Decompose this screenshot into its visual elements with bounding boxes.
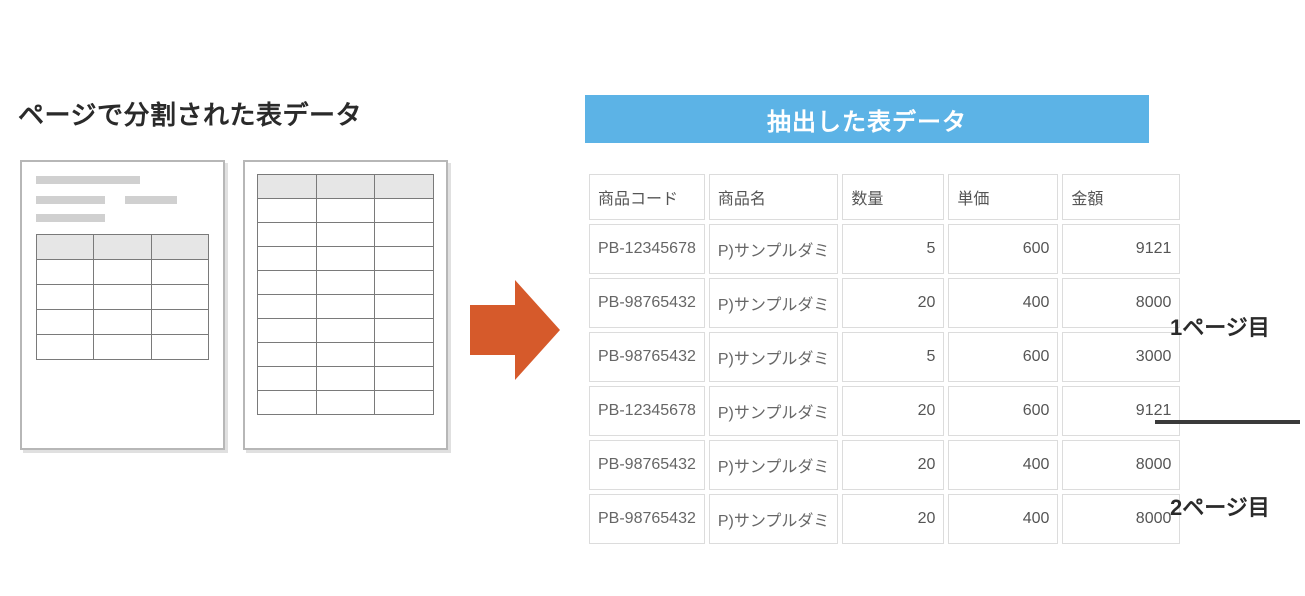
cell-code: PB-12345678 <box>589 224 705 274</box>
cell-price: 600 <box>948 332 1058 382</box>
extracted-data-table: 商品コード 商品名 数量 単価 金額 PB-12345678 P)サンプルダミ … <box>585 170 1184 548</box>
page-label-1: 1ページ目 <box>1170 310 1270 342</box>
placeholder-line <box>36 196 105 204</box>
page-divider <box>1155 420 1300 424</box>
table-row: PB-98765432 P)サンプルダミ 20 400 8000 <box>589 440 1180 490</box>
cell-qty: 20 <box>842 494 944 544</box>
cell-price: 400 <box>948 440 1058 490</box>
cell-price: 600 <box>948 386 1058 436</box>
mini-table-page-1 <box>36 234 209 360</box>
cell-amount: 8000 <box>1062 278 1180 328</box>
cell-price: 400 <box>948 278 1058 328</box>
cell-name: P)サンプルダミ <box>709 386 839 436</box>
cell-name: P)サンプルダミ <box>709 440 839 490</box>
cell-qty: 5 <box>842 224 944 274</box>
cell-price: 400 <box>948 494 1058 544</box>
table-row: PB-98765432 P)サンプルダミ 20 400 8000 <box>589 278 1180 328</box>
table-row: PB-98765432 P)サンプルダミ 20 400 8000 <box>589 494 1180 544</box>
document-page-1 <box>20 160 225 450</box>
cell-code: PB-98765432 <box>589 332 705 382</box>
cell-amount: 8000 <box>1062 494 1180 544</box>
cell-qty: 20 <box>842 278 944 328</box>
col-header-price: 単価 <box>948 174 1058 220</box>
placeholder-line <box>36 176 140 184</box>
cell-amount: 3000 <box>1062 332 1180 382</box>
cell-amount: 9121 <box>1062 386 1180 436</box>
table-header-row: 商品コード 商品名 数量 単価 金額 <box>589 174 1180 220</box>
cell-qty: 20 <box>842 440 944 490</box>
placeholder-line <box>125 196 177 204</box>
table-row: PB-98765432 P)サンプルダミ 5 600 3000 <box>589 332 1180 382</box>
cell-name: P)サンプルダミ <box>709 332 839 382</box>
cell-qty: 20 <box>842 386 944 436</box>
cell-amount: 9121 <box>1062 224 1180 274</box>
left-title: ページで分割された表データ <box>18 95 362 132</box>
cell-name: P)サンプルダミ <box>709 278 839 328</box>
placeholder-line <box>36 214 105 222</box>
mini-table-page-2 <box>257 174 434 415</box>
cell-code: PB-98765432 <box>589 494 705 544</box>
col-header-name: 商品名 <box>709 174 839 220</box>
cell-code: PB-98765432 <box>589 440 705 490</box>
cell-amount: 8000 <box>1062 440 1180 490</box>
right-title: 抽出した表データ <box>585 95 1149 143</box>
arrow-icon <box>470 280 560 380</box>
page-label-2: 2ページ目 <box>1170 490 1270 522</box>
table-row: PB-12345678 P)サンプルダミ 5 600 9121 <box>589 224 1180 274</box>
col-header-amount: 金額 <box>1062 174 1180 220</box>
col-header-qty: 数量 <box>842 174 944 220</box>
cell-code: PB-12345678 <box>589 386 705 436</box>
document-page-2 <box>243 160 448 450</box>
cell-price: 600 <box>948 224 1058 274</box>
table-row: PB-12345678 P)サンプルダミ 20 600 9121 <box>589 386 1180 436</box>
cell-name: P)サンプルダミ <box>709 224 839 274</box>
cell-qty: 5 <box>842 332 944 382</box>
col-header-code: 商品コード <box>589 174 705 220</box>
cell-name: P)サンプルダミ <box>709 494 839 544</box>
split-document-thumbnails <box>20 160 448 450</box>
cell-code: PB-98765432 <box>589 278 705 328</box>
